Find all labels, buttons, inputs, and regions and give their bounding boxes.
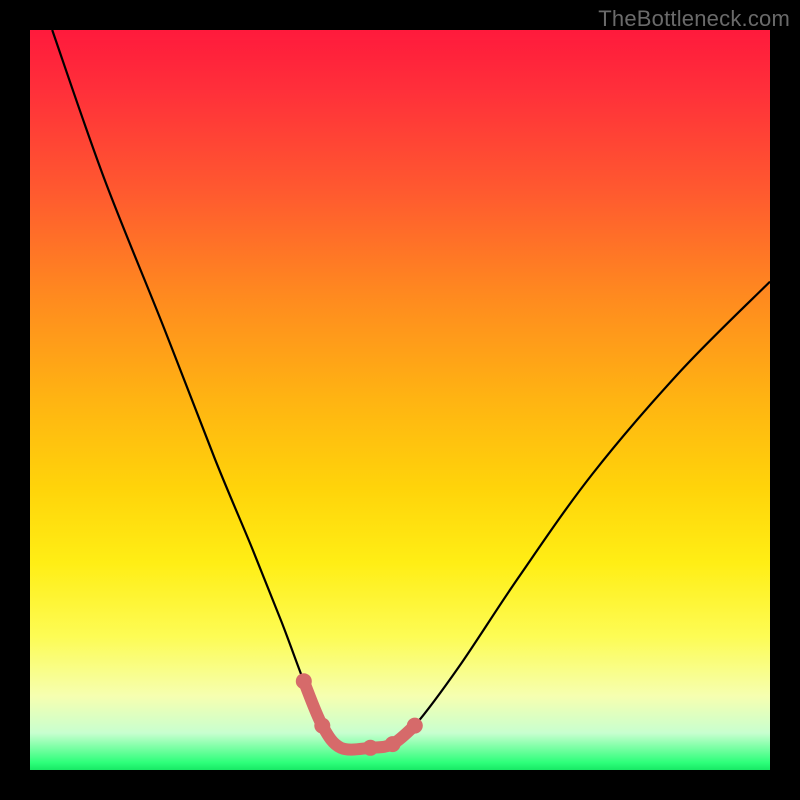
chart-frame: TheBottleneck.com bbox=[0, 0, 800, 800]
highlight-dot bbox=[314, 718, 330, 734]
highlight-dot bbox=[362, 740, 378, 756]
highlight-dot bbox=[385, 736, 401, 752]
bottleneck-curve bbox=[52, 30, 770, 750]
highlight-dot bbox=[407, 718, 423, 734]
watermark-text: TheBottleneck.com bbox=[598, 6, 790, 32]
plot-area bbox=[30, 30, 770, 770]
chart-svg bbox=[30, 30, 770, 770]
highlight-dot bbox=[296, 673, 312, 689]
